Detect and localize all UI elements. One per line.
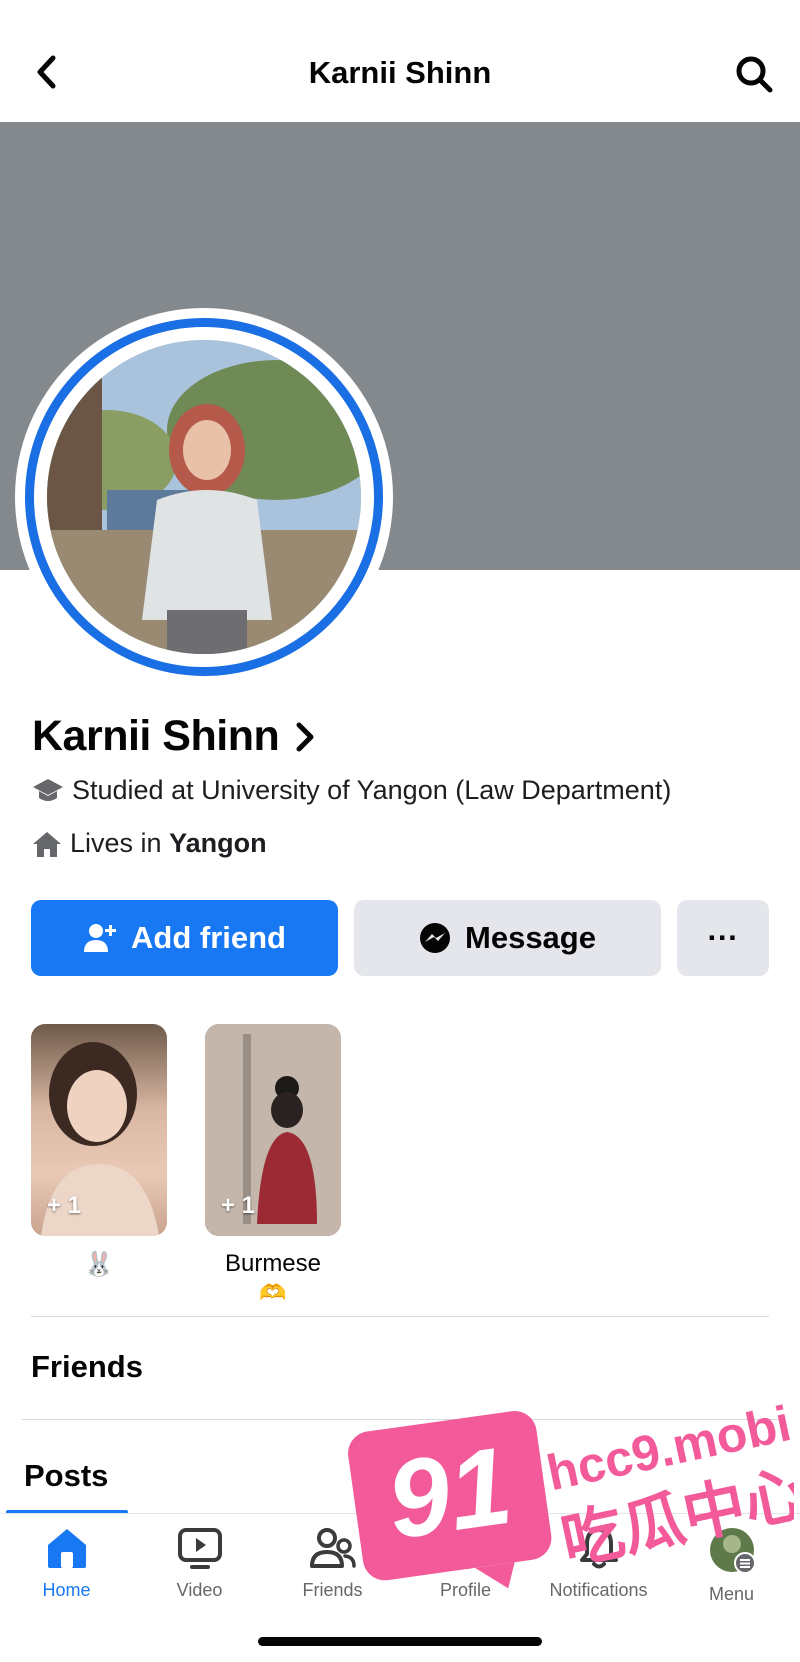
- message-button[interactable]: Message: [354, 900, 661, 976]
- message-label: Message: [465, 920, 596, 955]
- video-icon: [177, 1528, 222, 1569]
- messenger-icon: [420, 923, 451, 953]
- profile-picture[interactable]: [15, 308, 393, 686]
- more-icon: ···: [707, 920, 739, 955]
- nav-friends[interactable]: Friends: [266, 1526, 399, 1636]
- watermark-site: hcc9.mobi: [542, 1395, 794, 1501]
- profile-photo: [47, 340, 361, 654]
- friends-section-title[interactable]: Friends: [31, 1349, 143, 1385]
- friends-icon: [309, 1528, 356, 1568]
- bell-icon: [579, 1528, 618, 1569]
- add-friend-button[interactable]: Add friend: [31, 900, 338, 976]
- highlight-sublabel: 🫶: [259, 1280, 287, 1305]
- divider: [31, 1316, 769, 1317]
- profile-name-row[interactable]: Karnii Shinn: [32, 712, 315, 761]
- profile-icon: [444, 1527, 487, 1569]
- highlight-count: + 1: [47, 1192, 82, 1219]
- home-icon: [47, 1529, 86, 1568]
- education-info: Studied at University of Yangon (Law Dep…: [32, 775, 671, 806]
- location-city[interactable]: Yangon: [169, 828, 267, 858]
- add-person-icon: [84, 924, 116, 952]
- menu-avatar-icon: [709, 1528, 756, 1574]
- nav-video-label: Video: [176, 1580, 223, 1600]
- story-ring: [25, 318, 383, 676]
- highlight-count: + 1: [221, 1192, 256, 1219]
- education-text: Studied at University of Yangon (Law Dep…: [72, 775, 672, 805]
- nav-video[interactable]: Video: [133, 1526, 266, 1636]
- top-bar: Karnii Shinn: [0, 0, 800, 122]
- chevron-right-icon: [296, 722, 314, 751]
- home-indicator: [258, 1637, 542, 1646]
- divider: [22, 1419, 778, 1420]
- nav-profile-label: Profile: [439, 1580, 492, 1600]
- page-title: Karnii Shinn: [308, 55, 492, 90]
- search-button[interactable]: [730, 50, 778, 98]
- profile-photo-illustration: [47, 340, 361, 654]
- nav-notifications[interactable]: Notifications: [532, 1526, 665, 1636]
- home-icon: [33, 831, 61, 857]
- location-info: Lives in Yangon: [32, 828, 267, 859]
- nav-notifications-label: Notifications: [549, 1580, 648, 1600]
- nav-home[interactable]: Home: [0, 1526, 133, 1636]
- nav-profile[interactable]: Profile: [399, 1526, 532, 1636]
- profile-name: Karnii Shinn: [32, 712, 280, 760]
- nav-friends-label: Friends: [302, 1580, 363, 1600]
- highlight-card[interactable]: + 1: [31, 1024, 167, 1236]
- highlight-label: Burmese: [224, 1250, 322, 1277]
- more-options-button[interactable]: ···: [677, 900, 769, 976]
- highlight-label: 🐰: [84, 1251, 114, 1278]
- add-friend-label: Add friend: [131, 920, 286, 955]
- nav-home-label: Home: [42, 1580, 91, 1600]
- location-prefix: Lives in: [70, 828, 170, 858]
- nav-menu[interactable]: Menu: [665, 1526, 798, 1636]
- nav-menu-label: Menu: [708, 1584, 755, 1604]
- highlight-card[interactable]: + 1: [205, 1024, 341, 1236]
- posts-tab[interactable]: Posts: [24, 1458, 108, 1494]
- graduation-cap-icon: [33, 778, 63, 801]
- search-icon: [736, 56, 773, 93]
